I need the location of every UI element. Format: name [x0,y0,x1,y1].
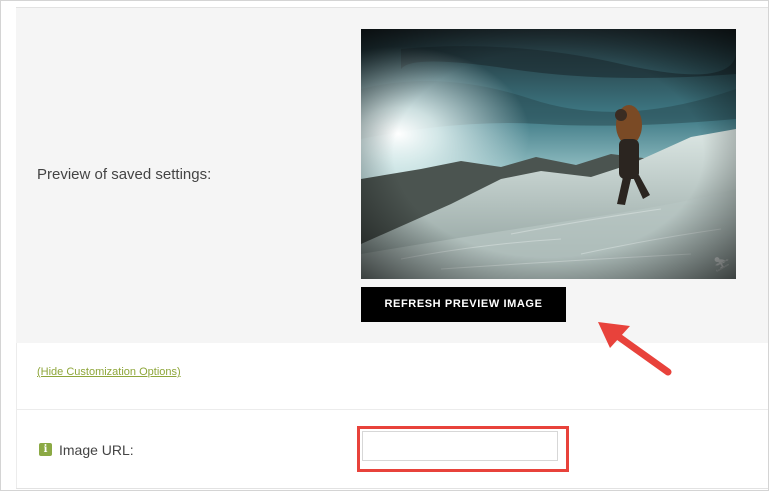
annotation-arrow [590,312,680,387]
section-left-border [16,343,17,489]
preview-image: ⛷ [361,29,736,279]
refresh-preview-button[interactable]: REFRESH PREVIEW IMAGE [361,287,566,322]
hide-customization-link[interactable]: (Hide Customization Options) [37,366,181,378]
image-url-label: Image URL: [59,442,134,458]
info-icon[interactable]: i [39,443,52,456]
section-divider [16,409,768,410]
image-url-input[interactable] [362,431,558,461]
preview-label: Preview of saved settings: [37,166,212,183]
bottom-divider [16,488,768,489]
